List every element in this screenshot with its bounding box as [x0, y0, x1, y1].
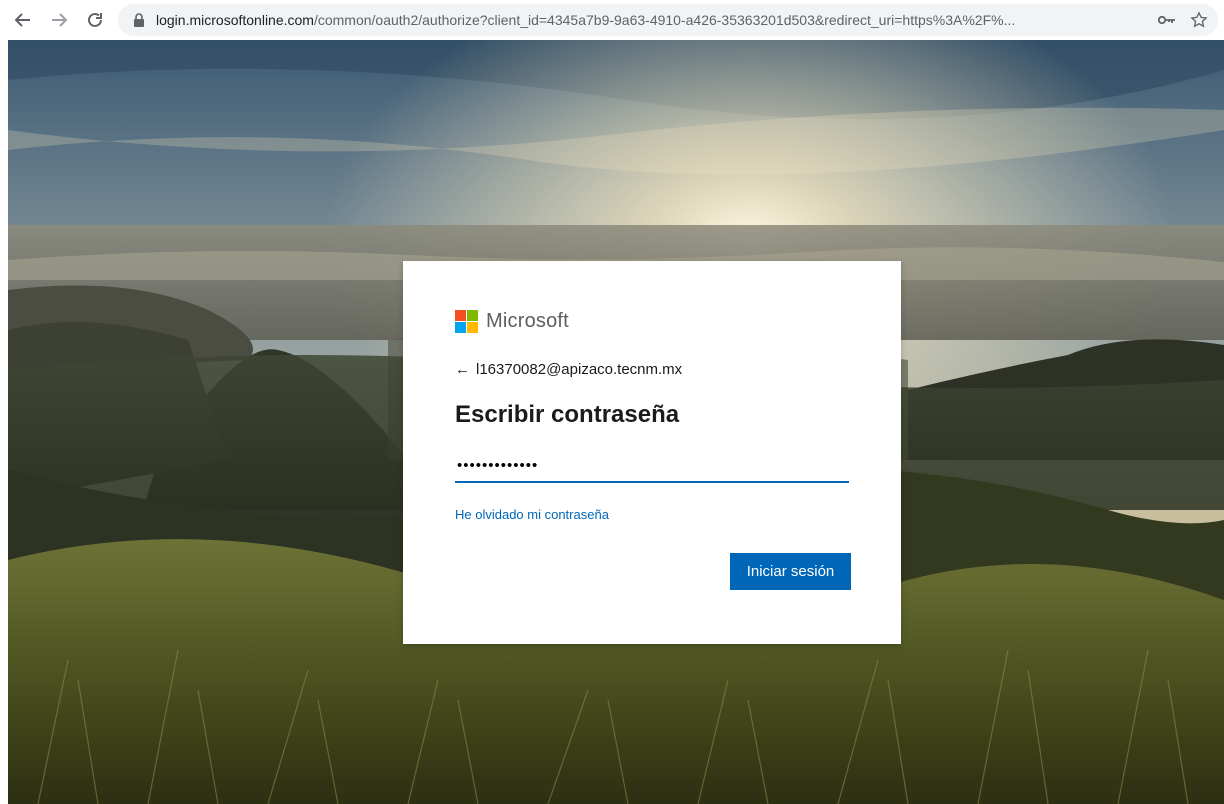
microsoft-logo-icon	[455, 310, 478, 333]
logo-square-yellow	[467, 322, 478, 333]
back-arrow-icon[interactable]: ←	[455, 361, 470, 378]
reload-icon	[88, 12, 102, 27]
logo-square-blue	[455, 322, 466, 333]
password-input[interactable]	[455, 449, 849, 483]
url-text[interactable]: login.microsoftonline.com/common/oauth2/…	[156, 12, 1126, 28]
url-host: login.microsoftonline.com	[156, 12, 314, 28]
page-title: Escribir contraseña	[455, 401, 680, 428]
forward-button[interactable]	[46, 7, 72, 33]
url-path: /common/oauth2/authorize?client_id=4345a…	[313, 12, 1016, 28]
address-bar[interactable]: login.microsoftonline.com/common/oauth2/…	[118, 4, 1218, 36]
logo-square-green	[467, 310, 478, 321]
browser-toolbar: login.microsoftonline.com/common/oauth2/…	[0, 0, 1224, 40]
back-arrow-icon	[14, 13, 30, 27]
forgot-password-link[interactable]: He olvidado mi contraseña	[455, 507, 609, 522]
forward-arrow-icon	[52, 13, 68, 27]
key-icon[interactable]	[1158, 14, 1176, 26]
logo-square-red	[455, 310, 466, 321]
identity-email: l16370082@apizaco.tecnm.mx	[476, 361, 683, 378]
reload-button[interactable]	[82, 7, 108, 33]
identity-banner[interactable]: ← l16370082@apizaco.tecnm.mx	[455, 361, 682, 378]
brand-name: Microsoft	[486, 310, 569, 332]
microsoft-brand: Microsoft	[455, 310, 569, 333]
back-button[interactable]	[10, 7, 36, 33]
star-icon[interactable]	[1190, 11, 1208, 29]
signin-card: Microsoft ← l16370082@apizaco.tecnm.mx E…	[403, 261, 901, 644]
signin-button[interactable]: Iniciar sesión	[730, 553, 851, 590]
lock-icon[interactable]	[132, 13, 146, 27]
